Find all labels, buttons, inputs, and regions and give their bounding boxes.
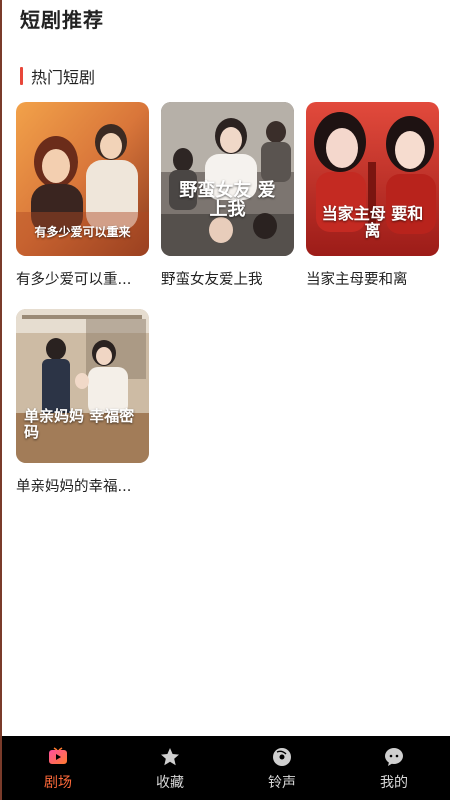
section-header: 热门短剧 bbox=[20, 64, 95, 88]
drama-cover-title: 当家主母 要和离 bbox=[321, 204, 424, 240]
tab-theater[interactable]: 剧场 bbox=[2, 736, 114, 800]
chat-profile-icon bbox=[385, 748, 403, 766]
tab-label: 收藏 bbox=[156, 775, 184, 791]
bottom-tab-bar: 剧场 收藏 铃声 我的 bbox=[2, 736, 450, 800]
page-title: 短剧推荐 bbox=[20, 8, 104, 32]
drama-card[interactable]: 野蛮女友 爱上我 野蛮女友爱上我 bbox=[161, 102, 294, 289]
drama-card[interactable]: 当家主母 要和离 当家主母要和离 bbox=[306, 102, 439, 289]
drama-card[interactable]: 单亲妈妈 幸福密码 单亲妈妈的幸福... bbox=[16, 309, 149, 496]
tab-label: 铃声 bbox=[268, 775, 296, 791]
drama-grid: 有多少爱可以重来 有多少爱可以重... 野蛮女友 爱上我 野蛮女友爱上我 当家主… bbox=[16, 102, 440, 496]
drama-cover-image[interactable]: 有多少爱可以重来 bbox=[16, 102, 149, 256]
drama-cover-title: 单亲妈妈 幸福密码 bbox=[24, 407, 135, 441]
section-title: 热门短剧 bbox=[31, 68, 96, 87]
star-icon bbox=[161, 748, 179, 766]
drama-cover-image[interactable]: 当家主母 要和离 bbox=[306, 102, 439, 256]
tab-label: 剧场 bbox=[44, 775, 72, 791]
drama-cover-image[interactable]: 单亲妈妈 幸福密码 bbox=[16, 309, 149, 463]
drama-cover-title: 有多少爱可以重来 bbox=[34, 225, 131, 239]
tab-profile[interactable]: 我的 bbox=[338, 736, 450, 800]
drama-title: 当家主母要和离 bbox=[306, 272, 408, 288]
tab-favorites[interactable]: 收藏 bbox=[114, 736, 226, 800]
drama-cover-image[interactable]: 野蛮女友 爱上我 bbox=[161, 102, 294, 256]
drama-title: 野蛮女友爱上我 bbox=[161, 272, 263, 288]
drama-cover-title: 野蛮女友 爱上我 bbox=[179, 180, 276, 220]
drama-title: 单亲妈妈的幸福... bbox=[16, 479, 132, 495]
tab-label: 我的 bbox=[380, 775, 408, 791]
drama-card[interactable]: 有多少爱可以重来 有多少爱可以重... bbox=[16, 102, 149, 289]
tab-ringtones[interactable]: 铃声 bbox=[226, 736, 338, 800]
drama-title: 有多少爱可以重... bbox=[16, 272, 132, 288]
play-screen-icon bbox=[49, 747, 67, 764]
music-disc-icon bbox=[273, 748, 291, 766]
section-accent-bar bbox=[20, 67, 23, 85]
